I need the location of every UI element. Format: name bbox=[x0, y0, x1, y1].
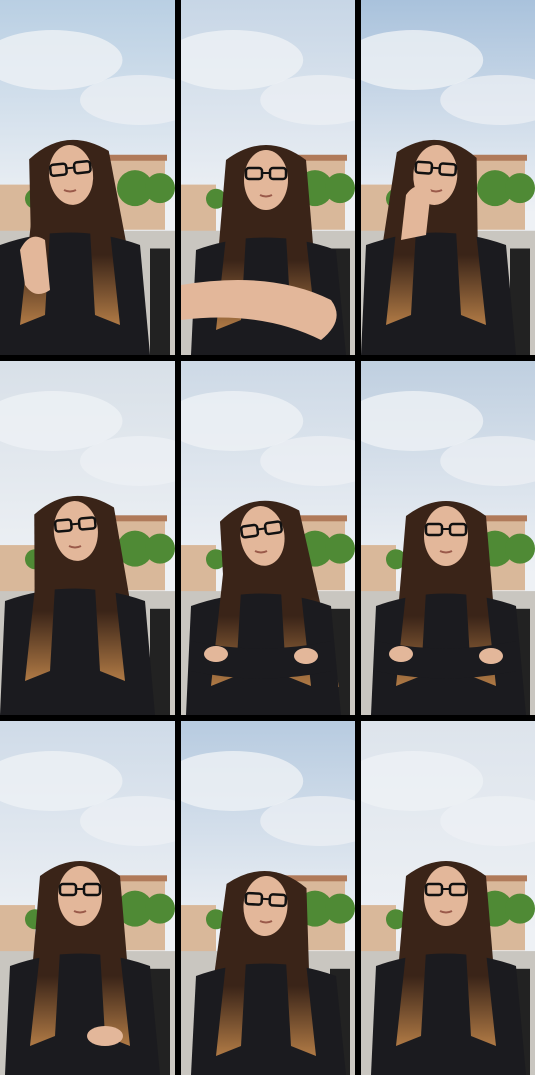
photo bbox=[361, 0, 535, 355]
building-roof bbox=[103, 154, 167, 161]
photo bbox=[361, 361, 535, 715]
hand bbox=[87, 1026, 123, 1046]
sweater bbox=[191, 963, 346, 1075]
frame-6 bbox=[361, 361, 535, 715]
sweater bbox=[0, 588, 155, 715]
photo bbox=[181, 721, 355, 1075]
frame-8 bbox=[181, 721, 355, 1075]
photo bbox=[0, 0, 175, 355]
tree bbox=[325, 173, 355, 204]
hand bbox=[204, 646, 228, 662]
chair bbox=[150, 248, 170, 355]
hand bbox=[479, 648, 503, 664]
sweater bbox=[5, 953, 160, 1075]
tree bbox=[145, 533, 175, 564]
frame-2 bbox=[181, 0, 355, 355]
tree bbox=[325, 533, 355, 564]
tree bbox=[505, 893, 535, 924]
frame-5 bbox=[181, 361, 355, 715]
hand bbox=[294, 648, 318, 664]
tree bbox=[505, 173, 535, 204]
photo bbox=[361, 721, 535, 1075]
frame-3 bbox=[361, 0, 535, 355]
tree bbox=[145, 173, 175, 204]
hand bbox=[389, 646, 413, 662]
frame-7 bbox=[0, 721, 175, 1075]
frame-4 bbox=[0, 361, 175, 715]
photo bbox=[181, 361, 355, 715]
tree bbox=[145, 893, 175, 924]
sweater bbox=[361, 232, 516, 355]
photo bbox=[0, 361, 175, 715]
tree bbox=[505, 533, 535, 564]
frame-9 bbox=[361, 721, 535, 1075]
sweater bbox=[371, 953, 526, 1075]
tree bbox=[325, 893, 355, 924]
photo bbox=[181, 0, 355, 355]
frame-1 bbox=[0, 0, 175, 355]
photo-grid bbox=[0, 0, 535, 1075]
photo bbox=[0, 721, 175, 1075]
